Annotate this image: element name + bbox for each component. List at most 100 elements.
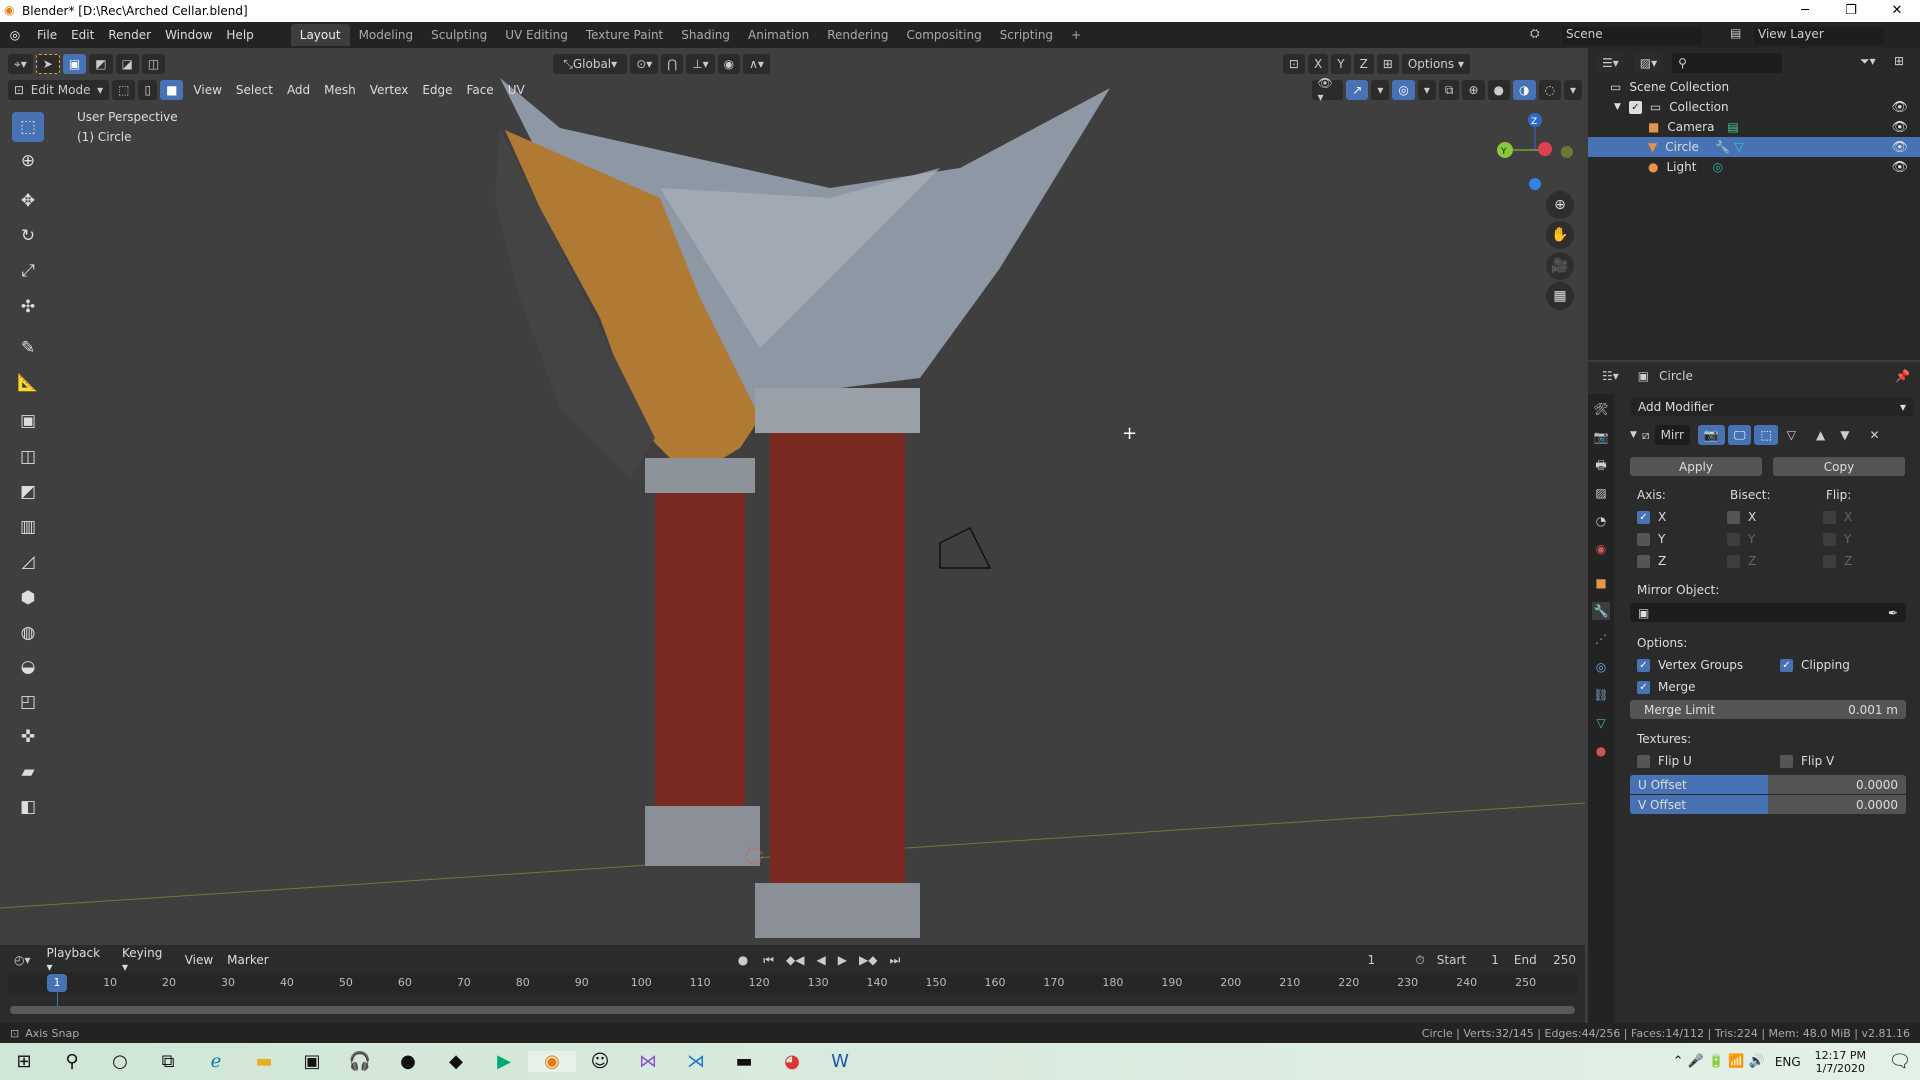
edge-select-icon[interactable]: ▯ [138, 80, 158, 100]
eye-icon[interactable]: 👁 [1891, 120, 1908, 135]
start-frame-field[interactable]: Start 1 [1430, 950, 1505, 970]
inset-tool[interactable]: ◫ [12, 442, 44, 472]
next-keyframe-button[interactable]: ▶◆ [852, 950, 884, 970]
scene-icon[interactable]: ⛭ [1530, 26, 1540, 41]
flip-z-checkbox[interactable]: Z [1823, 554, 1852, 568]
tab-scripting[interactable]: Scripting [991, 24, 1062, 46]
scene-tab-icon[interactable]: ◔ [1592, 512, 1610, 530]
ortho-toggle-button[interactable]: ▦ [1546, 282, 1574, 310]
menu-mesh[interactable]: Mesh [317, 83, 363, 97]
merge-limit-field[interactable]: Merge Limit 0.001 m [1630, 700, 1906, 719]
shear-tool[interactable]: ▰ [12, 757, 44, 787]
app-icon[interactable]: ● [384, 1051, 432, 1072]
vertex-select-icon[interactable]: ⬚ [112, 80, 136, 100]
move-tool[interactable]: ✥ [12, 186, 44, 216]
tab-sculpting[interactable]: Sculpting [422, 24, 496, 46]
editor-type-icon[interactable]: ◴▾ [8, 950, 37, 970]
vscode-icon[interactable]: ⋊ [672, 1051, 720, 1072]
menu-edit[interactable]: Edit [64, 28, 101, 42]
on-cage-toggle-icon[interactable]: ▽ [1780, 425, 1803, 445]
mirror-y-toggle[interactable]: Y [1331, 54, 1351, 74]
timeline-scrollbar[interactable] [10, 1006, 1575, 1014]
extrude-tool[interactable]: ▣ [12, 406, 44, 436]
camera-data-icon[interactable]: ▤ [1727, 120, 1738, 134]
edge-slide-tool[interactable]: ◰ [12, 687, 44, 717]
annotate-tool[interactable]: ✎ [12, 333, 44, 363]
minimize-button[interactable]: ─ [1782, 0, 1828, 22]
eye-icon[interactable]: 👁 [1891, 140, 1908, 155]
data-tab-icon[interactable]: ▽ [1592, 714, 1610, 732]
options-dropdown[interactable]: Options ▾ [1401, 54, 1471, 74]
falloff-icon[interactable]: ∧▾ [743, 54, 770, 74]
jump-start-button[interactable]: ⏮ [757, 950, 781, 970]
view-layer-tab-icon[interactable]: ▨ [1592, 484, 1610, 502]
clock[interactable]: 12:17 PM 1/7/2020 [1815, 1049, 1866, 1075]
tray-icons[interactable]: ⌃ 🎤 🔋 📶 🔊 [1673, 1054, 1765, 1069]
stopwatch-icon[interactable]: ⏱ [1415, 953, 1424, 968]
cursor-tool[interactable]: ⊕ [12, 146, 44, 176]
object-tab-icon[interactable]: ■ [1592, 574, 1610, 592]
edge-icon[interactable]: ℯ [192, 1051, 240, 1072]
editmode-toggle-icon[interactable]: ⬚ [1754, 425, 1778, 445]
select-mode-extend-icon[interactable]: ◩ [89, 54, 113, 74]
3d-viewport[interactable]: Z Y ⌖▾ ➤ ▣ ◩ ◪ ◫ ⤡ Global ▾ ⊙▾ ⋂ ⊥▾ ◉ ∧▾… [0, 48, 1585, 945]
render-toggle-icon[interactable]: 📷 [1697, 425, 1725, 445]
new-collection-icon[interactable]: ⊞ [1894, 54, 1904, 68]
eye-icon[interactable]: 👁 [1891, 160, 1908, 175]
mirror-z-toggle[interactable]: Z [1353, 54, 1374, 74]
flip-x-checkbox[interactable]: X [1823, 510, 1852, 524]
move-up-icon[interactable]: ▲ [1810, 425, 1832, 445]
collapse-arrow-icon[interactable]: ▼ [1630, 430, 1637, 440]
constraints-tab-icon[interactable]: ⛓ [1592, 686, 1610, 704]
rotate-tool[interactable]: ↻ [12, 221, 44, 251]
visibility-icon[interactable]: 👁▾ [1311, 76, 1344, 104]
overlay-toggle-icon[interactable]: ◎ [1392, 80, 1415, 100]
material-tab-icon[interactable]: ● [1592, 742, 1610, 760]
editor-type-icon[interactable]: ☷▾ [1596, 366, 1625, 386]
add-workspace-button[interactable]: + [1062, 24, 1090, 46]
close-button[interactable]: ✕ [1874, 0, 1920, 22]
select-mode-subtract-icon[interactable]: ◪ [115, 54, 139, 74]
light-data-icon[interactable]: ◎ [1712, 160, 1722, 174]
menu-marker[interactable]: Marker [220, 953, 275, 967]
end-frame-field[interactable]: End 250 [1507, 950, 1583, 970]
knife-tool[interactable]: ◿ [12, 547, 44, 577]
search-icon[interactable]: ⚲ [48, 1051, 96, 1072]
jump-end-button[interactable]: ⏭ [883, 950, 907, 970]
apply-button[interactable]: Apply [1630, 457, 1762, 476]
current-frame-field[interactable]: 1 [1336, 950, 1407, 970]
add-modifier-dropdown[interactable]: Add Modifier ▾ [1630, 397, 1914, 416]
spin-tool[interactable]: ◍ [12, 618, 44, 648]
pin-icon[interactable]: 📌 [1895, 369, 1910, 383]
outliner-item-light[interactable]: ● Light ◎ 👁 [1588, 157, 1920, 177]
axis-x-checkbox[interactable]: ✓ X [1637, 510, 1666, 524]
app-icon[interactable]: ▶ [480, 1051, 528, 1072]
wireframe-shading-icon[interactable]: ⊕ [1462, 80, 1485, 100]
outliner-search-input[interactable]: ⚲ [1672, 53, 1783, 73]
menu-add[interactable]: Add [280, 83, 317, 97]
play-reverse-button[interactable]: ◀ [810, 950, 832, 970]
unity-icon[interactable]: ◆ [432, 1051, 480, 1072]
cortana-icon[interactable]: ○ [96, 1051, 144, 1072]
collection-checkbox[interactable]: ✓ [1628, 100, 1642, 114]
tab-shading[interactable]: Shading [672, 24, 739, 46]
menu-view[interactable]: View [186, 83, 228, 97]
bevel-tool[interactable]: ◩ [12, 477, 44, 507]
viewport-toggle-icon[interactable]: 🖵 [1727, 425, 1752, 445]
camera-view-button[interactable]: 🎥 [1546, 252, 1574, 280]
menu-keying[interactable]: Keying ▾ [115, 946, 178, 974]
modifier-name-input[interactable]: Mirr [1654, 425, 1690, 445]
maximize-button[interactable]: ❐ [1828, 0, 1874, 22]
pan-view-button[interactable]: ✋ [1546, 221, 1574, 249]
gizmo-dropdown[interactable]: ▾ [1371, 80, 1390, 100]
topology-mirror-icon[interactable]: ⊞ [1376, 54, 1399, 74]
word-icon[interactable]: W [816, 1051, 864, 1072]
axis-z-checkbox[interactable]: Z [1637, 554, 1666, 568]
filter-icon[interactable]: ⏷▾ [1860, 54, 1876, 69]
frame-ruler[interactable]: 10 20 30 40 50 60 70 80 90 100 110 120 130 140 150 160 1… [8, 973, 1578, 993]
start-icon[interactable]: ⊞ [0, 1051, 48, 1072]
u-offset-slider[interactable]: U Offset 0.0000 [1630, 775, 1906, 794]
filter-view-icon[interactable]: ▨▾ [1633, 53, 1664, 73]
blender-taskbar-icon[interactable]: ◉ [528, 1051, 576, 1072]
rendered-shading-icon[interactable]: ◌ [1538, 80, 1561, 100]
